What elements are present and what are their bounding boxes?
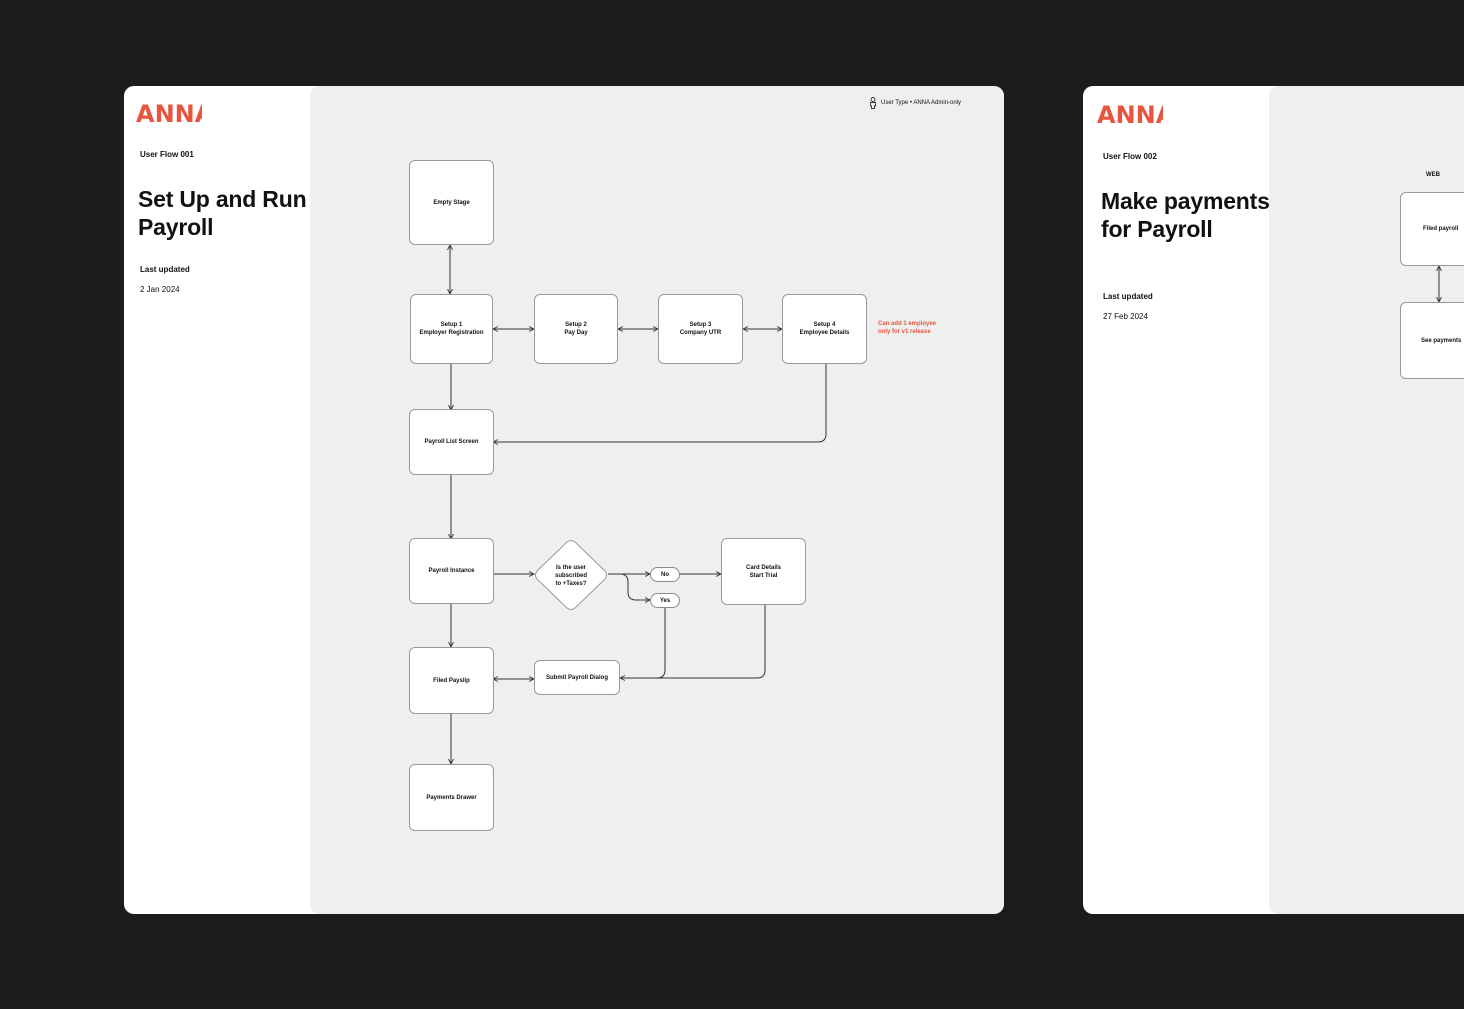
answer-yes-pill: Yes	[650, 593, 680, 608]
node-empty-stage: Empty Stage	[409, 160, 494, 245]
node-setup-2: Setup 2 Pay Day	[534, 294, 618, 364]
node-payroll-list-screen: Payroll List Screen	[409, 409, 494, 475]
node-setup-3: Setup 3 Company UTR	[658, 294, 743, 364]
user-flow-board-001: ANNA User Flow 001 Set Up and Run Payrol…	[124, 86, 1004, 914]
node-submit-payroll-dialog: Submit Payroll Dialog	[534, 660, 620, 695]
node-filed-payslip: Filed Payslip	[409, 647, 494, 714]
node-see-payments: See payments	[1400, 302, 1464, 379]
node-card-details: Card Details Start Trial	[721, 538, 806, 605]
node-setup-4: Setup 4 Employee Details	[782, 294, 867, 364]
release-note: Can add 1 employee only for v1 release	[878, 321, 937, 335]
user-flow-board-002: ANNA User Flow 002 Make payments for Pay…	[1083, 86, 1464, 914]
node-payroll-instance: Payroll Instance	[409, 538, 494, 604]
answer-no-pill: No	[650, 567, 680, 582]
node-setup-1: Setup 1 Employer Registration	[410, 294, 493, 364]
decision-question: Is the user subscribed to +Taxes?	[554, 565, 587, 587]
node-filed-payroll: Filed payroll	[1400, 192, 1464, 266]
node-payments-drawer: Payments Drawer	[409, 764, 494, 831]
flow-connectors	[124, 86, 827, 914]
